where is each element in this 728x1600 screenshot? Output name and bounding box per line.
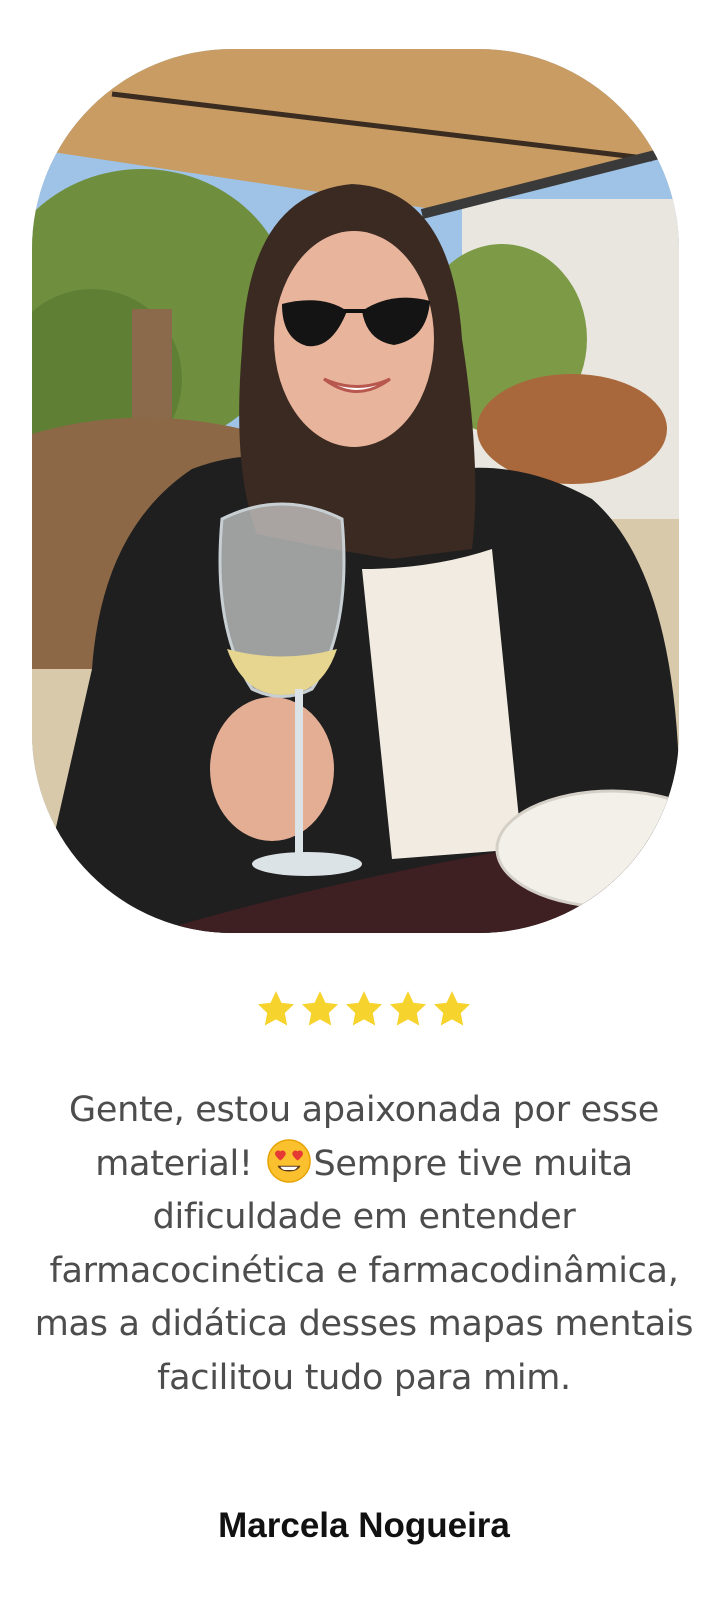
star-icon (257, 991, 295, 1026)
review-text: Gente, estou apaixonada por esse materia… (20, 1084, 708, 1405)
star-icon (301, 991, 339, 1026)
star-icon (389, 991, 427, 1026)
heart-eyes-emoji-icon (266, 1138, 311, 1183)
star-icon (433, 991, 471, 1026)
author-name: Marcela Nogueira (218, 1506, 510, 1545)
rating-stars (0, 985, 728, 1033)
customer-photo (32, 49, 679, 933)
star-icon (345, 991, 383, 1026)
testimonial-card: Gente, estou apaixonada por esse materia… (0, 0, 728, 1600)
